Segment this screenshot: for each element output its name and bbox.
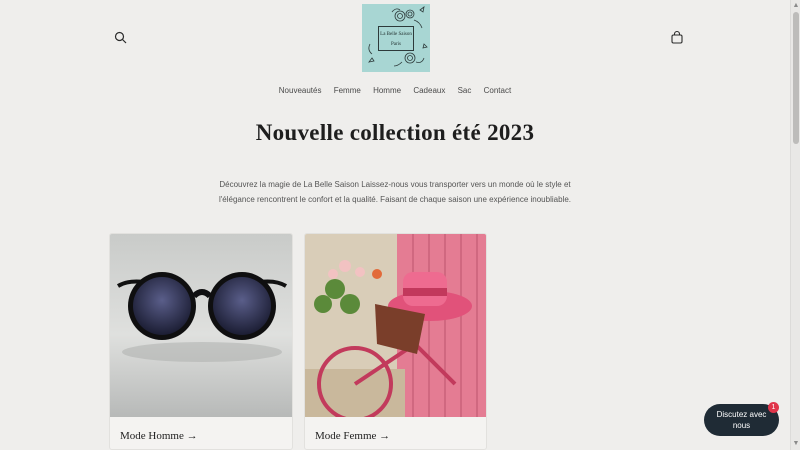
page: La Belle Saison Paris Nouveautés Femme H… [0,0,800,450]
logo-frame [378,26,414,51]
nav-item-nouveautes[interactable]: Nouveautés [279,86,322,95]
pink-bicycle-image [305,234,486,422]
search-icon [114,31,127,44]
search-button[interactable] [112,29,130,47]
brand-logo[interactable]: La Belle Saison Paris [362,4,430,72]
nav-item-cadeaux[interactable]: Cadeaux [413,86,445,95]
scroll-up-icon[interactable]: ▲ [792,2,800,10]
nav-item-sac[interactable]: Sac [458,86,472,95]
scroll-down-icon[interactable]: ▼ [792,440,800,448]
hero-description: Découvrez la magie de La Belle Saison La… [195,177,595,207]
nav-item-homme[interactable]: Homme [373,86,401,95]
bag-icon [671,30,683,44]
collection-label-femme[interactable]: Mode Femme → [315,430,390,442]
collection-card-homme[interactable]: Mode Homme → [109,233,293,450]
page-title: Nouvelle collection été 2023 [255,120,535,145]
chat-label-line-1: Discutez avec [716,410,767,419]
scrollbar[interactable]: ▲ ▼ [790,0,800,450]
main-nav: Nouveautés Femme Homme Cadeaux Sac Conta… [0,86,790,95]
logo-city: Paris [391,42,401,47]
chat-notification-badge: 1 [768,402,779,413]
chat-label-line-2: nous [732,421,751,430]
nav-item-contact[interactable]: Contact [484,86,512,95]
description-line-1: Découvrez la magie de La Belle Saison La… [219,180,571,189]
nav-item-femme[interactable]: Femme [334,86,361,95]
sunglasses-image [110,234,292,417]
description-line-2: l'élégance rencontrent le confort et la … [219,195,571,204]
logo-name: La Belle Saison [380,32,412,37]
cart-button[interactable] [668,29,686,47]
scrollbar-thumb[interactable] [793,12,799,144]
collection-label-homme[interactable]: Mode Homme → [120,430,198,442]
collection-card-femme[interactable]: Mode Femme → [304,233,487,450]
